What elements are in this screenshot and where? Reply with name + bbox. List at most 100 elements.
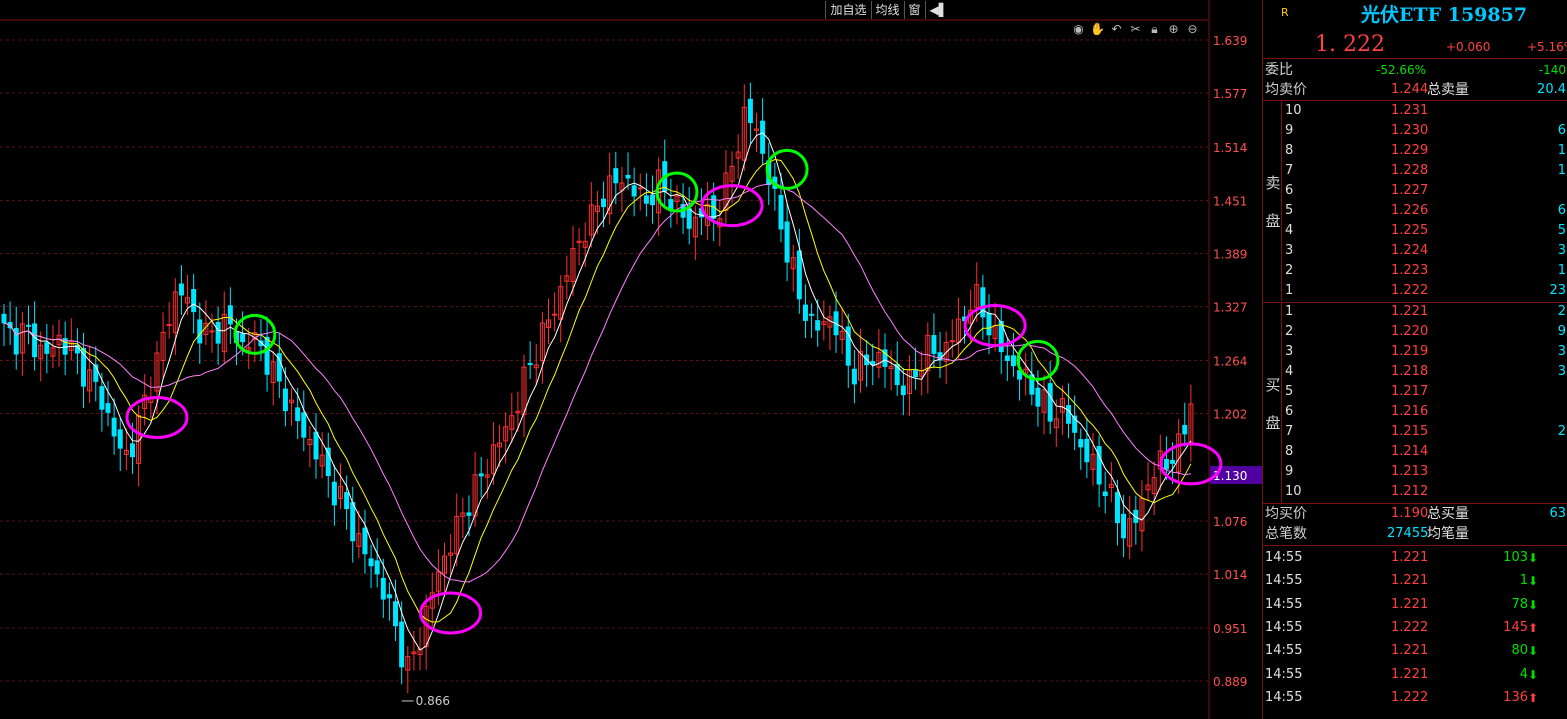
candle-down [111, 417, 117, 437]
kline-chart[interactable]: 1.639 1.577 1.514 1.451 1.389 1.327 1.264 1.202… [0, 0, 1262, 719]
tick-time: 14:55 [1265, 550, 1303, 565]
down-arrow-icon: ⬇ [1527, 644, 1538, 659]
sell-side-label-1: 卖 [1265, 174, 1281, 192]
zoom-out-icon[interactable]: ⊖ [1184, 22, 1201, 37]
avg-trade-label: 均笔量 [1427, 526, 1469, 542]
total-trades-label: 总笔数 [1265, 526, 1307, 542]
candle-down [197, 319, 203, 344]
buy-level-row[interactable]: 3 1.219 3 [1263, 342, 1567, 362]
weibi-pct: -52.66% [1376, 63, 1427, 77]
buy-level-row[interactable]: 6 1.216 [1263, 402, 1567, 422]
sell-level-row[interactable]: 2 1.223 1 [1263, 261, 1567, 281]
tick-row[interactable]: 14:55 1.222 136 ⬆ [1263, 688, 1567, 708]
price-change-pct: +5.16% [1527, 40, 1567, 54]
tick-row[interactable]: 14:55 1.221 1 ⬇ [1263, 571, 1567, 591]
level-number: 4 [1285, 364, 1294, 379]
sell-volume: 1 [1557, 263, 1566, 278]
sell-level-row[interactable]: 3 1.224 3 [1263, 241, 1567, 261]
ma-line-20 [3, 182, 1191, 583]
candle-down [1084, 438, 1090, 463]
tick-volume: 80 [1511, 643, 1528, 659]
candle-down [105, 403, 111, 413]
level-number: 9 [1285, 123, 1294, 138]
buy-level-row[interactable]: 9 1.213 [1263, 462, 1567, 482]
tick-volume: 4 [1519, 666, 1528, 682]
tick-row[interactable]: 14:55 1.221 103 ⬇ [1263, 548, 1567, 568]
zoom-in-icon[interactable]: ⊕ [1165, 22, 1182, 37]
buy-level-row[interactable]: 1 1.221 2 [1263, 302, 1567, 322]
level-number: 5 [1285, 203, 1294, 218]
sell-level-row[interactable]: 6 1.227 [1263, 181, 1567, 201]
level-number: 10 [1285, 484, 1302, 499]
sell-price: 1.231 [1391, 103, 1429, 118]
window-button[interactable]: 窗 [903, 1, 925, 19]
candle-down [331, 481, 337, 506]
tick-row[interactable]: 14:55 1.221 80 ⬇ [1263, 641, 1567, 661]
price-axis-label: 1.327 [1213, 301, 1247, 315]
tick-price: 1.221 [1391, 643, 1429, 659]
buy-price: 1.217 [1391, 384, 1429, 399]
sell-level-row[interactable]: 4 1.225 5 [1263, 221, 1567, 241]
divider [1281, 101, 1282, 301]
total-buy-label: 总买量 [1427, 506, 1469, 522]
undo-icon[interactable]: ↶ [1108, 22, 1125, 37]
buy-level-row[interactable]: 8 1.214 [1263, 442, 1567, 462]
candle-down [1182, 425, 1188, 435]
expand-icon[interactable]: ◀▌ [924, 1, 952, 19]
buy-level-row[interactable]: 10 1.212 [1263, 482, 1567, 502]
candle-down [99, 386, 105, 410]
add-watchlist-button[interactable]: 加自选 [825, 1, 870, 19]
candle-down [986, 312, 992, 336]
tick-row[interactable]: 14:55 1.221 4 ⬇ [1263, 665, 1567, 685]
level-number: 2 [1285, 263, 1294, 278]
price-axis-label: 1.076 [1213, 515, 1247, 529]
sell-level-row[interactable]: 9 1.230 6 [1263, 121, 1567, 141]
sell-level-row[interactable]: 5 1.226 6 [1263, 201, 1567, 221]
tick-row[interactable]: 14:55 1.221 78 ⬇ [1263, 595, 1567, 615]
candle-down [1047, 383, 1053, 422]
candle-down [650, 194, 656, 206]
security-title[interactable]: 光伏ETF 159857 [1361, 0, 1527, 27]
avg-sell-label: 均卖价 [1265, 82, 1307, 98]
buy-side-label-1: 买 [1265, 376, 1281, 394]
buy-level-row[interactable]: 2 1.220 9 [1263, 322, 1567, 342]
divider [1281, 303, 1282, 503]
chart-toolbar: 加自选 均线 窗 ◀▌ [825, 0, 952, 20]
eye-icon[interactable]: ◉ [1070, 22, 1087, 37]
avg-buy-label: 均买价 [1265, 506, 1307, 522]
sell-volume: 23 [1549, 283, 1566, 298]
scissors-icon[interactable]: ✂ [1127, 22, 1144, 37]
sell-level-row[interactable]: 10 1.231 [1263, 101, 1567, 121]
sell-level-row[interactable]: 1 1.222 23 [1263, 281, 1567, 301]
divider [1263, 545, 1567, 546]
sell-price: 1.224 [1391, 243, 1429, 258]
level-number: 6 [1285, 183, 1294, 198]
buy-price: 1.218 [1391, 364, 1429, 379]
tick-row[interactable]: 14:55 1.222 145 ⬆ [1263, 618, 1567, 638]
hand-icon[interactable]: ✋ [1089, 22, 1106, 37]
candle-down [1163, 459, 1169, 470]
sell-level-row[interactable]: 7 1.228 1 [1263, 161, 1567, 181]
tick-price: 1.222 [1391, 689, 1429, 705]
lock-icon[interactable]: 🔒︎ [1146, 22, 1163, 37]
sell-level-row[interactable]: 8 1.229 1 [1263, 141, 1567, 161]
price-axis-label: 1.014 [1213, 568, 1247, 582]
candle-down [466, 512, 472, 516]
tick-volume: 145 [1503, 619, 1528, 635]
candle-up [209, 330, 215, 333]
ma-line-button[interactable]: 均线 [870, 1, 904, 19]
buy-level-row[interactable]: 7 1.215 2 [1263, 422, 1567, 442]
candle-down [815, 320, 821, 331]
down-arrow-icon: ⬇ [1527, 574, 1538, 589]
candle-up [166, 324, 172, 327]
buy-price: 1.220 [1391, 324, 1429, 339]
candle-up [949, 340, 955, 343]
candle-down [129, 443, 135, 458]
down-arrow-icon: ⬇ [1527, 597, 1538, 612]
buy-level-row[interactable]: 4 1.218 3 [1263, 362, 1567, 382]
buy-price: 1.221 [1391, 304, 1429, 319]
kline-chart-area[interactable]: 1.639 1.577 1.514 1.451 1.389 1.327 1.264 1.202… [0, 0, 1262, 719]
candle-down [295, 407, 301, 422]
buy-level-row[interactable]: 5 1.217 [1263, 382, 1567, 402]
level-number: 4 [1285, 223, 1294, 238]
